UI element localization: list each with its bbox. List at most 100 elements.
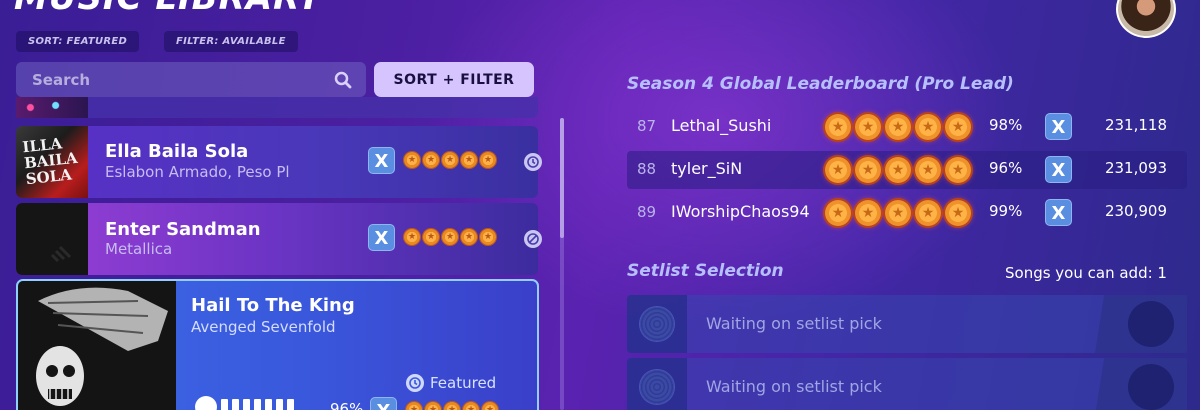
leaderboard-title: Season 4 Global Leaderboard (Pro Lead): [627, 74, 1014, 94]
slot-thumbnail: [627, 295, 687, 353]
slot-status: Waiting on setlist pick: [706, 314, 882, 333]
star-icon: ★: [855, 114, 881, 140]
leaderboard-row[interactable]: 89 IWorshipChaos94 ★ ★ ★ ★ ★ 99% X 230,9…: [627, 194, 1187, 232]
leaderboard-rank: 89: [637, 203, 657, 221]
song-artist: Eslabon Armado, Peso Pl: [105, 163, 290, 181]
star-icon: ★: [404, 229, 420, 245]
leaderboard-percent: 99%: [989, 202, 1023, 220]
star-rating: ★ ★ ★ ★ ★: [406, 402, 498, 410]
avatar[interactable]: [1116, 0, 1176, 38]
star-icon: ★: [404, 152, 420, 168]
scrollbar-thumb[interactable]: [560, 118, 564, 238]
star-icon: ★: [885, 157, 911, 183]
leaderboard-percent: 98%: [989, 116, 1023, 134]
clock-icon: [406, 374, 424, 392]
star-icon: ★: [482, 402, 498, 410]
accuracy-percent: 96%: [330, 400, 364, 410]
search-placeholder: Search: [32, 71, 91, 89]
star-icon: ★: [442, 229, 458, 245]
difficulty-meter: [195, 396, 299, 410]
setlist-slot[interactable]: Waiting on setlist pick: [627, 295, 1187, 353]
no-entry-icon: [524, 230, 542, 248]
star-icon: ★: [915, 157, 941, 183]
setlist-slot[interactable]: Waiting on setlist pick: [627, 358, 1187, 410]
song-row-ella-baila-sola[interactable]: ILLA BAILA SOLA Ella Baila Sola Eslabon …: [16, 126, 542, 198]
album-art: [18, 281, 176, 410]
search-input[interactable]: Search: [16, 62, 366, 97]
star-rating: ★ ★ ★ ★ ★: [825, 200, 971, 226]
sort-chip[interactable]: SORT: FEATURED: [16, 31, 140, 52]
star-icon: ★: [406, 402, 422, 410]
search-icon: [334, 71, 352, 89]
leaderboard-score: 231,093: [1104, 159, 1167, 177]
slot-avatar-placeholder: [1095, 295, 1187, 353]
setlist-title: Setlist Selection: [627, 261, 784, 281]
instrument-icon: [195, 396, 217, 410]
star-rating: ★ ★ ★ ★ ★: [825, 114, 971, 140]
album-art: [16, 203, 88, 275]
star-icon: ★: [885, 200, 911, 226]
x-badge: X: [368, 147, 395, 174]
leaderboard-rank: 88: [637, 160, 657, 178]
star-icon: ★: [423, 229, 439, 245]
star-icon: ★: [825, 157, 851, 183]
leaderboard-name: IWorshipChaos94: [671, 202, 810, 221]
disc-icon: [640, 370, 674, 404]
album-art: [16, 97, 88, 118]
slot-status: Waiting on setlist pick: [706, 377, 882, 396]
star-icon: ★: [855, 157, 881, 183]
star-icon: ★: [915, 200, 941, 226]
star-rating: ★ ★ ★ ★ ★: [404, 229, 496, 245]
disc-icon: [640, 307, 674, 341]
album-art-text: ILLA BAILA SOLA: [21, 134, 79, 189]
x-badge: X: [1045, 113, 1072, 140]
slot-thumbnail: [627, 358, 687, 410]
album-art: ILLA BAILA SOLA: [16, 126, 88, 198]
filter-chip[interactable]: FILTER: AVAILABLE: [164, 31, 298, 52]
star-icon: ★: [915, 114, 941, 140]
star-icon: ★: [463, 402, 479, 410]
star-icon: ★: [444, 402, 460, 410]
leaderboard-score: 230,909: [1104, 202, 1167, 220]
star-icon: ★: [945, 157, 971, 183]
star-icon: ★: [825, 200, 851, 226]
x-badge: X: [1045, 199, 1072, 226]
star-icon: ★: [480, 152, 496, 168]
songs-can-add: Songs you can add: 1: [1005, 264, 1167, 282]
leaderboard-row[interactable]: 88 tyler_SiN ★ ★ ★ ★ ★ 96% X 231,093: [627, 151, 1187, 189]
featured-label: Featured: [406, 374, 496, 392]
star-icon: ★: [855, 200, 881, 226]
song-title: Ella Baila Sola: [105, 141, 249, 162]
song-row-enter-sandman[interactable]: Enter Sandman Metallica X ★ ★ ★ ★ ★: [16, 203, 542, 275]
song-row-selected[interactable]: Hail To The King Avenged Sevenfold Featu…: [16, 279, 539, 410]
featured-text: Featured: [430, 374, 497, 392]
song-title: Enter Sandman: [105, 219, 261, 240]
sort-filter-button[interactable]: SORT + FILTER: [374, 62, 534, 97]
star-icon: ★: [885, 114, 911, 140]
x-badge: X: [370, 397, 397, 410]
star-icon: ★: [425, 402, 441, 410]
x-badge: X: [368, 224, 395, 251]
star-icon: ★: [945, 200, 971, 226]
song-artist: Metallica: [105, 240, 173, 258]
star-icon: ★: [945, 114, 971, 140]
star-icon: ★: [825, 114, 851, 140]
clock-icon: [524, 153, 542, 171]
page-title: MUSIC LIBRARY: [14, 0, 323, 18]
leaderboard-score: 231,118: [1104, 116, 1167, 134]
song-artist: Avenged Sevenfold: [191, 318, 336, 336]
star-icon: ★: [442, 152, 458, 168]
star-icon: ★: [461, 229, 477, 245]
leaderboard-name: tyler_SiN: [671, 159, 743, 178]
star-icon: ★: [423, 152, 439, 168]
star-icon: ★: [461, 152, 477, 168]
slot-avatar-placeholder: [1095, 358, 1187, 410]
song-title: Hail To The King: [191, 295, 355, 316]
star-rating: ★ ★ ★ ★ ★: [825, 157, 971, 183]
x-badge: X: [1045, 156, 1072, 183]
star-icon: ★: [480, 229, 496, 245]
leaderboard-name: Lethal_Sushi: [671, 116, 772, 135]
list-item-partial[interactable]: [16, 97, 538, 118]
leaderboard-row[interactable]: 87 Lethal_Sushi ★ ★ ★ ★ ★ 98% X 231,118: [627, 108, 1187, 146]
leaderboard-percent: 96%: [989, 159, 1023, 177]
